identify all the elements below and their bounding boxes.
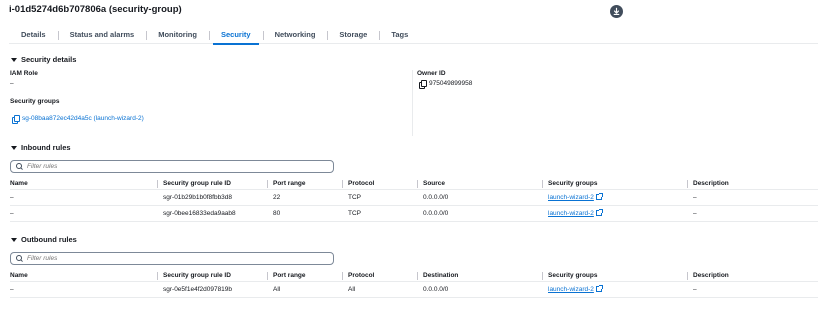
inbound-rules-toggle[interactable]: Inbound rules [11,143,71,152]
iam-role-label: IAM Role [10,70,38,77]
security-group-link[interactable]: sg-08baa872ec42d4a5c (launch-wizard-2) [12,115,144,124]
inbound-rules-table: Name Security group rule ID Port range P… [10,178,818,222]
col-port-range[interactable]: Port range [267,178,348,190]
tab-monitoring[interactable]: Monitoring [146,28,209,44]
col-description[interactable]: Description [687,178,818,190]
outbound-rules-heading: Outbound rules [21,235,77,244]
tab-status-and-alarms[interactable]: Status and alarms [57,28,147,44]
outbound-rules-toggle[interactable]: Outbound rules [11,235,77,244]
inbound-filter-input[interactable] [27,163,307,170]
page-title: i-01d5274d6b707806a (security-group) [9,4,182,15]
col-name[interactable]: Name [10,178,163,190]
security-group-link[interactable]: launch-wizard-2 [548,209,603,217]
owner-id-label: Owner ID [417,70,446,77]
owner-id-value: 975049899958 [429,80,473,87]
security-group-link[interactable]: launch-wizard-2 [548,193,603,201]
col-description[interactable]: Description [687,270,818,282]
caret-down-icon [11,237,17,242]
outbound-filter[interactable] [10,252,334,265]
security-group-link-text[interactable]: sg-08baa872ec42d4a5c (launch-wizard-2) [22,115,144,122]
download-button[interactable] [610,5,623,18]
tab-security[interactable]: Security [208,28,263,45]
security-group-link[interactable]: launch-wizard-2 [548,285,603,293]
inbound-rules-heading: Inbound rules [21,143,71,152]
owner-id-row: 975049899958 [419,80,473,89]
table-row: – sgr-0e5f1e4f2d097819b All All 0.0.0.0/… [10,281,818,298]
col-port-range[interactable]: Port range [267,270,348,282]
col-destination[interactable]: Destination [417,270,548,282]
col-security-groups[interactable]: Security groups [542,270,693,282]
security-groups-label: Security groups [10,98,60,105]
tab-details[interactable]: Details [9,28,58,44]
outbound-rules-table: Name Security group rule ID Port range P… [10,270,818,298]
external-link-icon [595,193,603,200]
security-details-heading: Security details [21,55,77,64]
copy-icon[interactable] [419,80,427,89]
inbound-filter[interactable] [10,160,334,173]
col-rule-id[interactable]: Security group rule ID [157,178,273,190]
external-link-icon [595,285,603,292]
caret-down-icon [11,57,17,62]
tab-tags[interactable]: Tags [379,28,420,44]
col-name[interactable]: Name [10,270,163,282]
col-rule-id[interactable]: Security group rule ID [157,270,273,282]
col-security-groups[interactable]: Security groups [542,178,693,190]
column-divider [412,70,413,136]
copy-icon[interactable] [12,115,20,124]
iam-role-value: – [10,80,14,87]
col-protocol[interactable]: Protocol [342,270,423,282]
table-row: – sgr-01b29b1b0f8fbb3d8 22 TCP 0.0.0.0/0… [10,189,818,206]
search-icon [16,163,23,170]
external-link-icon [595,209,603,216]
tab-bar: Details Status and alarms Monitoring Sec… [9,28,818,45]
col-protocol[interactable]: Protocol [342,178,423,190]
download-icon [613,7,620,16]
caret-down-icon [11,145,17,150]
col-source[interactable]: Source [417,178,548,190]
outbound-filter-input[interactable] [27,255,307,262]
table-row: – sgr-0bee16833eda9aab8 80 TCP 0.0.0.0/0… [10,205,818,222]
search-icon [16,255,23,262]
security-details-toggle[interactable]: Security details [11,55,76,64]
tab-networking[interactable]: Networking [262,28,328,44]
tab-storage[interactable]: Storage [327,28,379,44]
